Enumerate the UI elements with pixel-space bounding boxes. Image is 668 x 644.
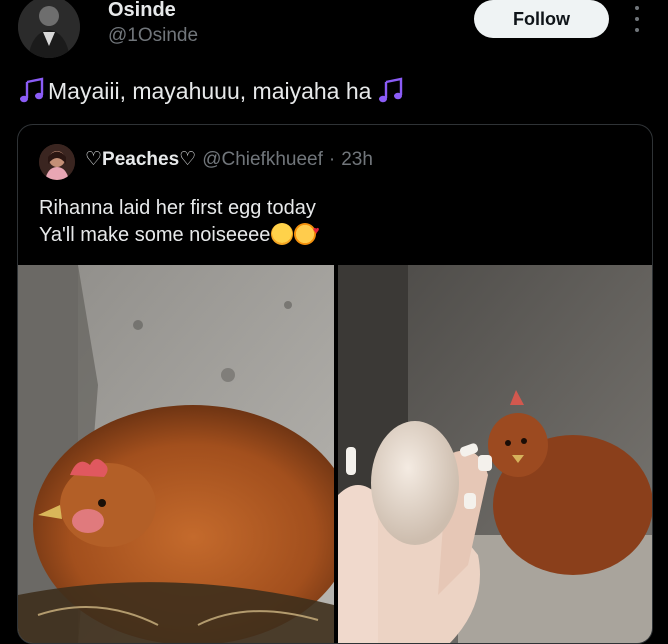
quoted-text: Rihanna laid her first egg today Ya'll m… [39, 195, 319, 249]
smiling-face-with-hearts-icon [294, 218, 319, 245]
relieved-face-icon [271, 223, 294, 245]
follow-button[interactable]: Follow [474, 0, 609, 38]
more-dot [635, 17, 639, 21]
tweet-text: Mayaiii, mayahuuu, maiyaha ha [18, 76, 407, 106]
author-handle[interactable]: @1Osinde [108, 25, 198, 47]
hand-holding-egg-photo[interactable] [338, 265, 652, 643]
quoted-text-line2: Ya'll make some noiseeee [39, 224, 271, 246]
more-options-icon[interactable] [626, 4, 648, 34]
quoted-text-line1: Rihanna laid her first egg today [39, 197, 316, 219]
more-dot [635, 6, 639, 10]
musical-notes-icon [18, 76, 48, 106]
quoted-handle[interactable]: @Chiefkhueef [202, 149, 323, 171]
hen-in-nest-photo[interactable] [18, 265, 334, 643]
quoted-tweet-card[interactable]: ♡Peaches♡ @Chiefkhueef · 23h Rihanna lai… [17, 124, 653, 644]
tweet-body: Mayaiii, mayahuuu, maiyaha ha [48, 77, 372, 104]
musical-notes-icon [377, 76, 407, 106]
quoted-display-name[interactable]: ♡Peaches♡ [85, 148, 196, 171]
more-dot [635, 28, 639, 32]
author-display-name[interactable]: Osinde [108, 0, 176, 22]
quoted-timestamp[interactable]: 23h [341, 149, 373, 171]
quoted-author-avatar[interactable] [39, 144, 75, 180]
separator-dot: · [328, 149, 336, 170]
quoted-header: ♡Peaches♡ @Chiefkhueef · 23h [85, 148, 373, 171]
author-avatar[interactable] [18, 0, 80, 58]
